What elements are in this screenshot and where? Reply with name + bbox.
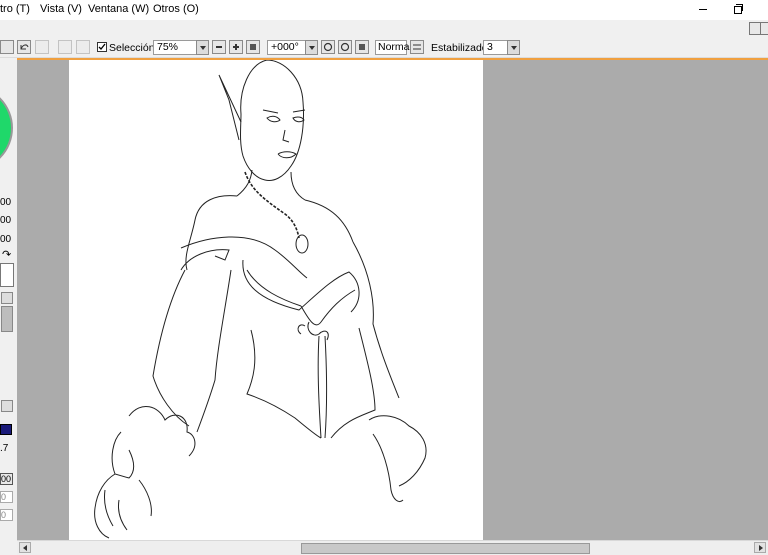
minimize-icon[interactable] [695, 2, 711, 16]
swap-colors-icon[interactable]: ↷ [2, 248, 11, 261]
option-value-1: 0 [1, 492, 7, 502]
scroll-right-icon[interactable] [754, 542, 766, 553]
value-readout-1: 00 [0, 197, 12, 208]
zoom-out-icon[interactable] [212, 40, 226, 54]
horizontal-scroll-thumb[interactable] [301, 543, 590, 554]
brush-size-readout: .7 [0, 443, 9, 454]
left-panel: 00 00 00 ↷ .7 00 0 0 [0, 58, 16, 540]
line-art-figure [94, 59, 427, 539]
undo-icon[interactable] [17, 40, 31, 54]
zoom-in-icon[interactable] [229, 40, 243, 54]
canvas-area[interactable] [17, 58, 768, 540]
density-field[interactable]: 00 [0, 473, 13, 485]
left-scroll-up-icon[interactable] [1, 292, 13, 304]
toolbar: Selección 75% +000° Normal Estabilizador… [0, 39, 768, 58]
option-value-2: 0 [1, 510, 7, 520]
selection-checkbox[interactable] [97, 42, 107, 52]
value-readout-2: 00 [0, 215, 12, 226]
panel-toggle-icon[interactable] [0, 40, 14, 54]
option-field-1[interactable]: 0 [0, 491, 13, 503]
deselect-icon[interactable] [76, 40, 90, 54]
color-wheel[interactable] [0, 78, 16, 188]
menu-bar: tro (T) Vista (V) Ventana (W) Otros (O) [0, 0, 768, 20]
density-value: 00 [1, 474, 12, 484]
rotate-left-icon[interactable] [321, 40, 335, 54]
rotate-right-icon[interactable] [338, 40, 352, 54]
stabilizer-dropdown-icon[interactable] [507, 40, 520, 55]
menu-filtro[interactable]: tro (T) [0, 3, 30, 15]
flip-horizontal-icon[interactable] [410, 40, 424, 54]
redo-icon[interactable] [35, 40, 49, 54]
value-readout-3: 00 [0, 234, 12, 245]
blend-mode-field[interactable]: Normal [375, 40, 412, 55]
restore-icon[interactable] [730, 2, 746, 16]
zoom-field[interactable]: 75% [153, 40, 201, 55]
menu-ventana[interactable]: Ventana (W) [88, 3, 149, 15]
selection-label: Selección [109, 42, 155, 54]
option-field-2[interactable]: 0 [0, 509, 13, 521]
horizontal-scrollbar[interactable] [17, 540, 768, 555]
zoom-dropdown-icon[interactable] [196, 40, 209, 55]
rotation-reset-icon[interactable] [355, 40, 369, 54]
menu-otros[interactable]: Otros (O) [153, 3, 199, 15]
document-close-icon[interactable] [760, 22, 768, 35]
rotation-dropdown-icon[interactable] [305, 40, 318, 55]
menu-vista[interactable]: Vista (V) [40, 3, 82, 15]
drawing-canvas[interactable] [69, 59, 483, 540]
foreground-color-swatch[interactable] [0, 424, 12, 435]
scroll-left-icon[interactable] [19, 542, 31, 553]
left-scroll-thumb[interactable] [1, 306, 13, 332]
zoom-reset-icon[interactable] [246, 40, 260, 54]
left-scroll-down-icon[interactable] [1, 400, 13, 412]
clear-selection-icon[interactable] [58, 40, 72, 54]
color-swatch[interactable] [0, 263, 14, 287]
